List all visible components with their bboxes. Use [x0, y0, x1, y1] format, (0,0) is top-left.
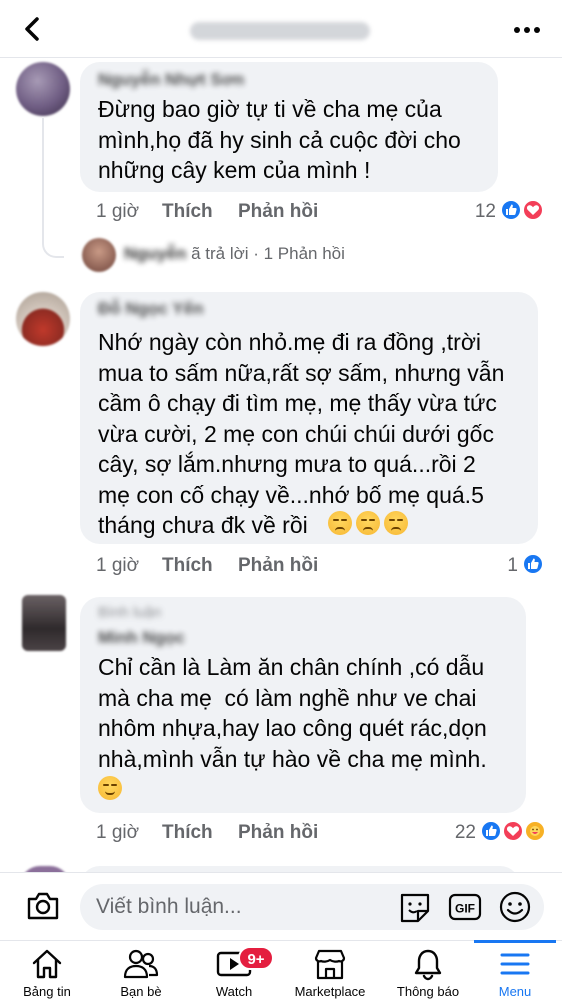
- svg-text:GIF: GIF: [455, 902, 475, 916]
- tab-label: Bạn bè: [120, 984, 162, 999]
- sticker-icon[interactable]: [398, 891, 432, 923]
- comment-time[interactable]: 1 giờ: [96, 822, 139, 844]
- like-reaction-icon[interactable]: [480, 820, 502, 842]
- care-reaction-icon[interactable]: [524, 820, 546, 842]
- reply-button[interactable]: Phản hồi: [238, 822, 318, 844]
- love-reaction-icon[interactable]: [522, 199, 544, 221]
- comment-author[interactable]: Đỗ Ngọc Yến: [98, 299, 203, 319]
- pensive-emoji-icon: [328, 511, 352, 535]
- active-tab-indicator: [474, 940, 556, 943]
- like-reaction-icon[interactable]: [500, 199, 522, 221]
- avatar[interactable]: [16, 62, 70, 116]
- reaction-count[interactable]: 22: [440, 822, 476, 844]
- reply-author[interactable]: Nguyễn: [124, 244, 186, 264]
- avatar[interactable]: [16, 292, 70, 346]
- reply-button[interactable]: Phản hồi: [238, 555, 318, 577]
- header-divider: [0, 57, 562, 58]
- tab-label: Marketplace: [294, 984, 366, 999]
- comment-author-top: Bình luận: [98, 604, 162, 621]
- reaction-count[interactable]: 1: [480, 555, 518, 577]
- tab-menu[interactable]: Menu: [474, 941, 556, 1000]
- emoji-icon[interactable]: [498, 890, 532, 924]
- comment-time[interactable]: 1 giờ: [96, 555, 139, 577]
- reply-thread-line: [42, 118, 64, 258]
- avatar[interactable]: [82, 238, 116, 272]
- reply-summary[interactable]: Nguyễn ã trả lời · 1 Phản hồi: [124, 244, 345, 264]
- tab-label: Thông báo: [396, 984, 460, 999]
- comment-composer: GIF: [0, 872, 562, 940]
- comment-author[interactable]: Nguyễn Nhựt Sơn: [98, 70, 244, 90]
- reply-button[interactable]: Phản hồi: [238, 201, 318, 223]
- camera-icon[interactable]: [26, 891, 60, 921]
- menu-icon: [500, 953, 530, 975]
- top-bar: [0, 0, 562, 58]
- more-dots-icon[interactable]: [512, 20, 542, 40]
- tab-label: Bảng tin: [23, 984, 71, 999]
- watch-badge: 9+: [238, 946, 274, 970]
- smile-emoji-icon: [98, 776, 122, 800]
- friends-icon: [123, 949, 159, 979]
- gif-icon[interactable]: GIF: [448, 892, 482, 922]
- comment-author[interactable]: Minh Ngọc: [98, 628, 185, 648]
- bell-icon: [414, 949, 442, 981]
- back-chevron-icon[interactable]: [18, 14, 48, 44]
- like-button[interactable]: Thích: [162, 822, 213, 844]
- reaction-count[interactable]: 12: [460, 201, 496, 223]
- comment-text: Chỉ cần là Làm ăn chân chính ,có dẫu mà …: [98, 654, 487, 772]
- tab-news-feed[interactable]: Bảng tin: [6, 941, 88, 1000]
- comment-time[interactable]: 1 giờ: [96, 201, 139, 223]
- tab-friends[interactable]: Bạn bè: [96, 941, 186, 1000]
- tab-label: Watch: [215, 984, 253, 999]
- avatar[interactable]: [22, 595, 66, 651]
- tab-label: Menu: [498, 984, 532, 999]
- tab-notifications[interactable]: Thông báo: [382, 941, 474, 1000]
- comment-text: Đừng bao giờ tự ti về cha mẹ của mình,họ…: [98, 96, 461, 183]
- tab-marketplace[interactable]: Marketplace: [282, 941, 378, 1000]
- marketplace-icon: [314, 949, 346, 980]
- reply-summary-text[interactable]: ã trả lời · 1 Phản hồi: [191, 244, 345, 263]
- emoji-row: [98, 776, 122, 800]
- emoji-row: [328, 511, 412, 535]
- comment-text: Nhớ ngày còn nhỏ.mẹ đi ra đồng ,trời mua…: [98, 329, 505, 538]
- like-reaction-icon[interactable]: [522, 553, 544, 575]
- pensive-emoji-icon: [384, 511, 408, 535]
- home-icon: [32, 949, 62, 979]
- love-reaction-icon[interactable]: [502, 820, 524, 842]
- like-button[interactable]: Thích: [162, 555, 213, 577]
- page-title: [190, 22, 370, 40]
- like-button[interactable]: Thích: [162, 201, 213, 223]
- bottom-tab-bar: Bảng tin Bạn bè Watch Marketplace Thông …: [0, 940, 562, 1000]
- pensive-emoji-icon: [356, 511, 380, 535]
